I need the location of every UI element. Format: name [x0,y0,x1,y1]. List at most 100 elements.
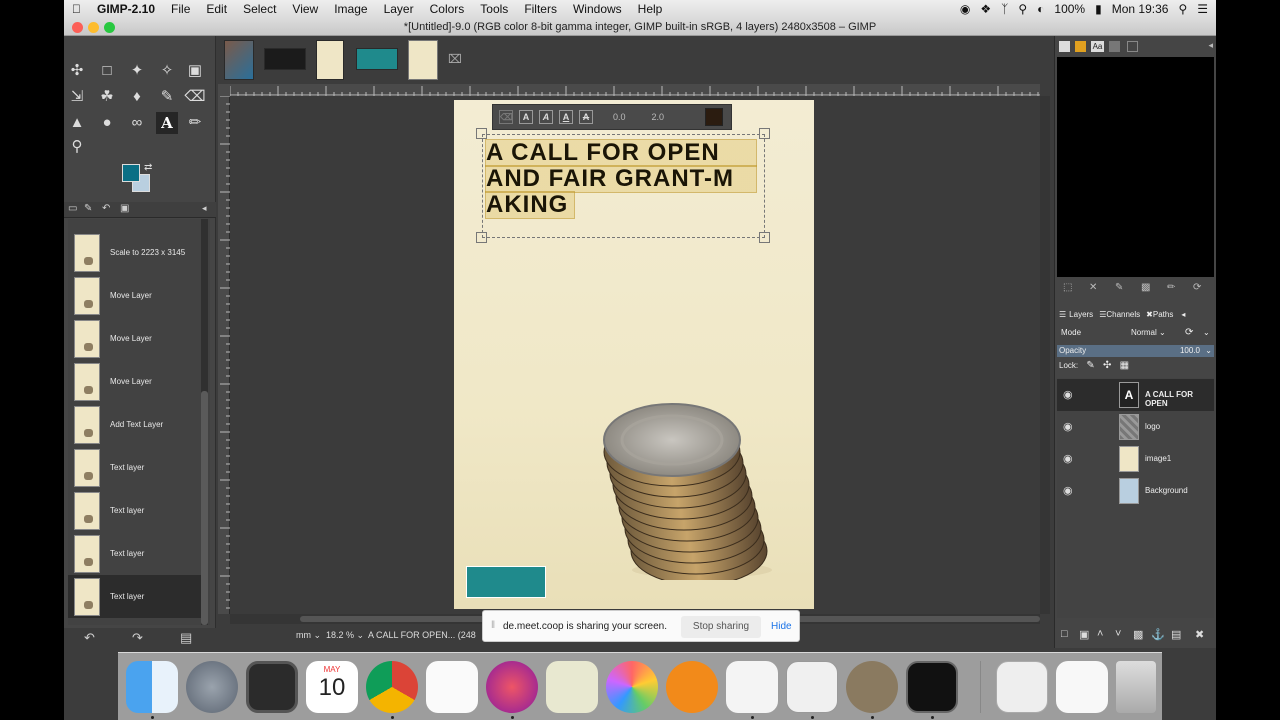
network-icon[interactable]: ◉ [960,2,970,16]
redo-icon[interactable]: ↷ [132,630,143,646]
menu-image[interactable]: Image [326,0,375,18]
selection-icon[interactable]: ⬚ [1063,282,1072,293]
fg-bg-color-swatch[interactable]: ⇄ [122,162,158,196]
chrome-icon[interactable] [366,661,418,713]
tab-menu-icon[interactable]: ◂ [202,203,207,214]
eye-icon[interactable]: ◉ [1063,420,1073,433]
delete-icon[interactable]: ✕ [1089,282,1097,293]
history-item[interactable] [68,219,202,229]
italic-button[interactable]: A [539,110,553,124]
layer-row[interactable]: ◉ image1 [1057,443,1214,475]
eraser-tool-icon[interactable]: ⌫ [184,86,206,108]
notification-center-icon[interactable]: ☰ [1197,2,1208,16]
layer-row[interactable]: ◉ A A CALL FOR OPEN [1057,379,1214,411]
history-item[interactable]: Text layer [68,489,202,532]
eye-icon[interactable]: ◉ [1063,484,1073,497]
image-canvas[interactable]: A CALL FOR OPEN AND FAIR GRANT-M AKING ⌫… [230,96,1040,614]
trash-icon[interactable] [1116,661,1156,713]
eye-icon[interactable]: ◉ [1063,388,1073,401]
fuzzy-select-tool-icon[interactable]: ✧ [156,60,178,82]
bucket-fill-tool-icon[interactable]: ♦ [126,86,148,108]
photos-icon[interactable] [606,661,658,713]
mode-select[interactable]: Normal ⌄ [1131,328,1166,337]
color-picker-tool-icon[interactable]: ✏ [184,112,206,134]
image-tab[interactable] [356,48,398,70]
duplicate-layer-icon[interactable]: ▩ [1133,628,1143,641]
foreground-color[interactable] [122,164,140,182]
menu-windows[interactable]: Windows [565,0,630,18]
vertical-scrollbar[interactable] [1040,96,1050,614]
brushes-tab-icon[interactable] [1059,41,1070,52]
text-layer-content[interactable]: A CALL FOR OPEN AND FAIR GRANT-M AKING [485,139,757,219]
mission-control-icon[interactable] [246,661,298,713]
hide-link[interactable]: Hide [771,621,792,632]
reset-mode-icon[interactable]: ⟳ [1185,327,1193,338]
libreoffice-icon[interactable] [786,661,838,713]
unified-transform-tool-icon[interactable]: ⇲ [66,86,88,108]
anchor-layer-icon[interactable]: ⚓ [1151,628,1165,641]
battery-icon[interactable]: ▮ [1095,2,1102,16]
menu-view[interactable]: View [284,0,326,18]
gimp-icon[interactable] [846,661,898,713]
image-tab[interactable] [224,40,254,80]
reminders-icon[interactable] [426,661,478,713]
tab-layers[interactable]: Layers [1069,310,1093,319]
history-item[interactable]: Add Text Layer [68,403,202,446]
move-tool-icon[interactable]: ✣ [66,60,88,82]
history-item[interactable]: Move Layer [68,317,202,360]
opacity-slider[interactable]: Opacity 100.0 ⌄ [1057,345,1214,357]
refresh-icon[interactable]: ⟳ [1193,282,1201,293]
image-tab[interactable] [264,48,306,70]
lock-alpha-icon[interactable]: ▦ [1120,360,1129,371]
app-menu[interactable]: GIMP-2.10 [89,0,163,18]
layer-row[interactable]: ◉ Background [1057,475,1214,507]
crop-tool-icon[interactable]: ▣ [184,60,206,82]
launchpad-icon[interactable] [186,661,238,713]
eye-icon[interactable]: ◉ [1063,452,1073,465]
apple-menu-icon[interactable]:  [64,0,89,18]
lock-pixels-icon[interactable]: ✎ [1086,360,1094,371]
battery-percent[interactable]: 100% [1054,2,1085,16]
templates-tab-icon[interactable] [1127,41,1138,52]
textedit-icon[interactable] [726,661,778,713]
mask-layer-icon[interactable]: ▤ [1171,628,1181,641]
text-tool-icon[interactable]: A [156,112,178,134]
images-tab-icon[interactable]: ▣ [120,203,129,214]
layer-row[interactable]: ◉ logo [1057,411,1214,443]
edit-icon[interactable]: ✎ [1115,282,1123,293]
free-select-tool-icon[interactable]: ✦ [126,60,148,82]
tab-menu-icon[interactable]: ◂ [1208,40,1213,51]
vertical-ruler[interactable] [218,95,230,614]
menu-colors[interactable]: Colors [422,0,473,18]
zoom-tool-icon[interactable]: ⚲ [66,136,88,158]
resize-handle[interactable] [476,232,487,243]
clone-tool-icon[interactable]: ▲ [66,112,88,134]
bold-button[interactable]: A [519,110,533,124]
menu-file[interactable]: File [163,0,198,18]
device-status-tab-icon[interactable]: ✎ [84,203,92,214]
lock-position-icon[interactable]: ✣ [1103,360,1111,371]
adobe-icon[interactable]: ᛉ [1001,2,1008,16]
undo-history-tab-icon[interactable]: ↶ [102,203,110,214]
menu-tools[interactable]: Tools [472,0,516,18]
close-tab-icon[interactable]: ⌧ [448,52,462,66]
dropbox-icon[interactable]: ❖ [980,2,991,16]
kerning-field[interactable]: 2.0 [652,112,665,122]
warp-tool-icon[interactable]: ☘ [96,86,118,108]
document-history-tab-icon[interactable] [1109,41,1120,52]
strikethrough-button[interactable]: A [579,110,593,124]
history-item[interactable]: Scale to 2223 x 3145 [68,231,202,274]
wifi-icon[interactable]: ◐ [1037,2,1044,16]
tab-paths[interactable]: Paths [1153,310,1173,319]
location-icon[interactable]: ⚲ [1018,2,1027,16]
documents-stack-icon[interactable] [996,661,1048,713]
resize-handle[interactable] [759,232,770,243]
drag-handle-icon[interactable]: ‖ [491,620,495,631]
finder-icon[interactable] [126,661,178,713]
downloads-stack-icon[interactable] [1056,661,1108,713]
lower-layer-icon[interactable]: ˅ [1115,628,1121,640]
unit-select[interactable]: mm ⌄ [296,630,321,641]
resize-handle[interactable] [759,128,770,139]
text-color-button[interactable] [705,108,723,126]
menu-layer[interactable]: Layer [376,0,422,18]
